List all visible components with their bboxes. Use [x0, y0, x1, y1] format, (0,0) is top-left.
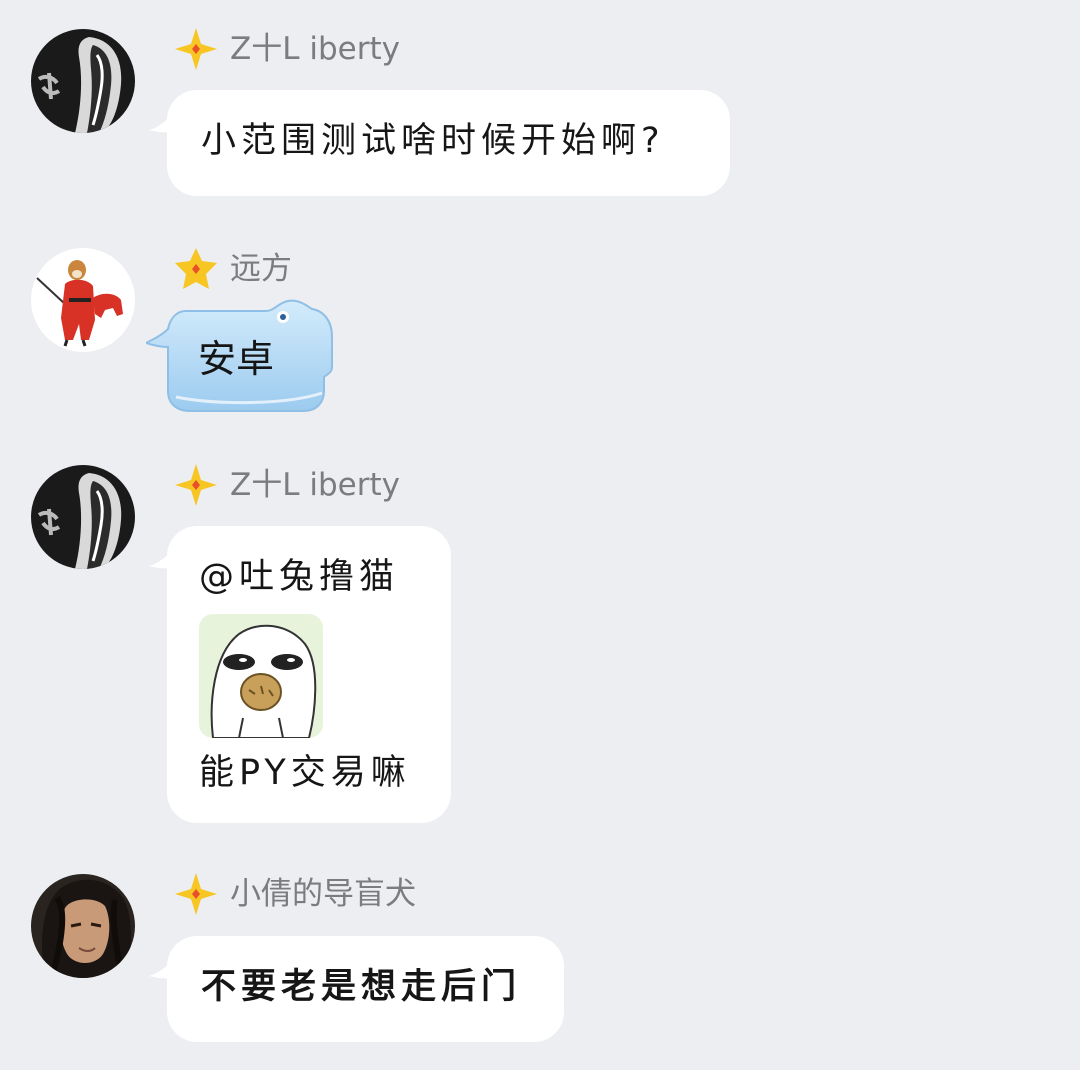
message-text: 能PY交易嘛: [199, 753, 411, 793]
message-bubble[interactable]: 不要老是想走后门: [149, 936, 564, 1042]
sender-avatar[interactable]: [31, 465, 135, 569]
member-star-icon: [173, 246, 219, 292]
message-bubble[interactable]: 小范围测试啥时候开始啊?: [149, 90, 730, 196]
bubble-tail-icon: [149, 960, 173, 979]
sender-avatar[interactable]: [31, 874, 135, 978]
message-bubble-blue[interactable]: 安卓: [146, 297, 336, 415]
dark-figure-avatar-icon: [31, 29, 135, 133]
sender-name[interactable]: Z十L iberty: [230, 29, 400, 69]
message-text: 小范围测试啥时候开始啊?: [201, 121, 665, 161]
shiba-warrior-avatar-icon: [31, 248, 135, 352]
mention-text[interactable]: @吐兔撸猫: [199, 554, 451, 600]
member-star-icon: [173, 26, 219, 72]
bubble-tail-icon: [149, 550, 173, 569]
sender-name[interactable]: Z十L iberty: [230, 465, 400, 505]
message-text: 安卓: [198, 337, 275, 381]
bubble-tail-icon: [149, 114, 173, 133]
message-bubble[interactable]: @吐兔撸猫 能PY交易嘛: [149, 526, 451, 823]
sender-avatar[interactable]: [31, 248, 135, 352]
member-star-icon: [173, 462, 219, 508]
message-text: 不要老是想走后门: [201, 967, 522, 1007]
sender-avatar[interactable]: [31, 29, 135, 133]
member-star-icon: [173, 871, 219, 917]
long-hair-man-avatar-icon: [31, 874, 135, 978]
staring-face-icon: [199, 614, 323, 738]
sender-name[interactable]: 小倩的导盲犬: [230, 874, 416, 914]
sender-name[interactable]: 远方: [230, 249, 292, 289]
dark-figure-avatar-icon: [31, 465, 135, 569]
staring-face-sticker[interactable]: [199, 614, 323, 738]
